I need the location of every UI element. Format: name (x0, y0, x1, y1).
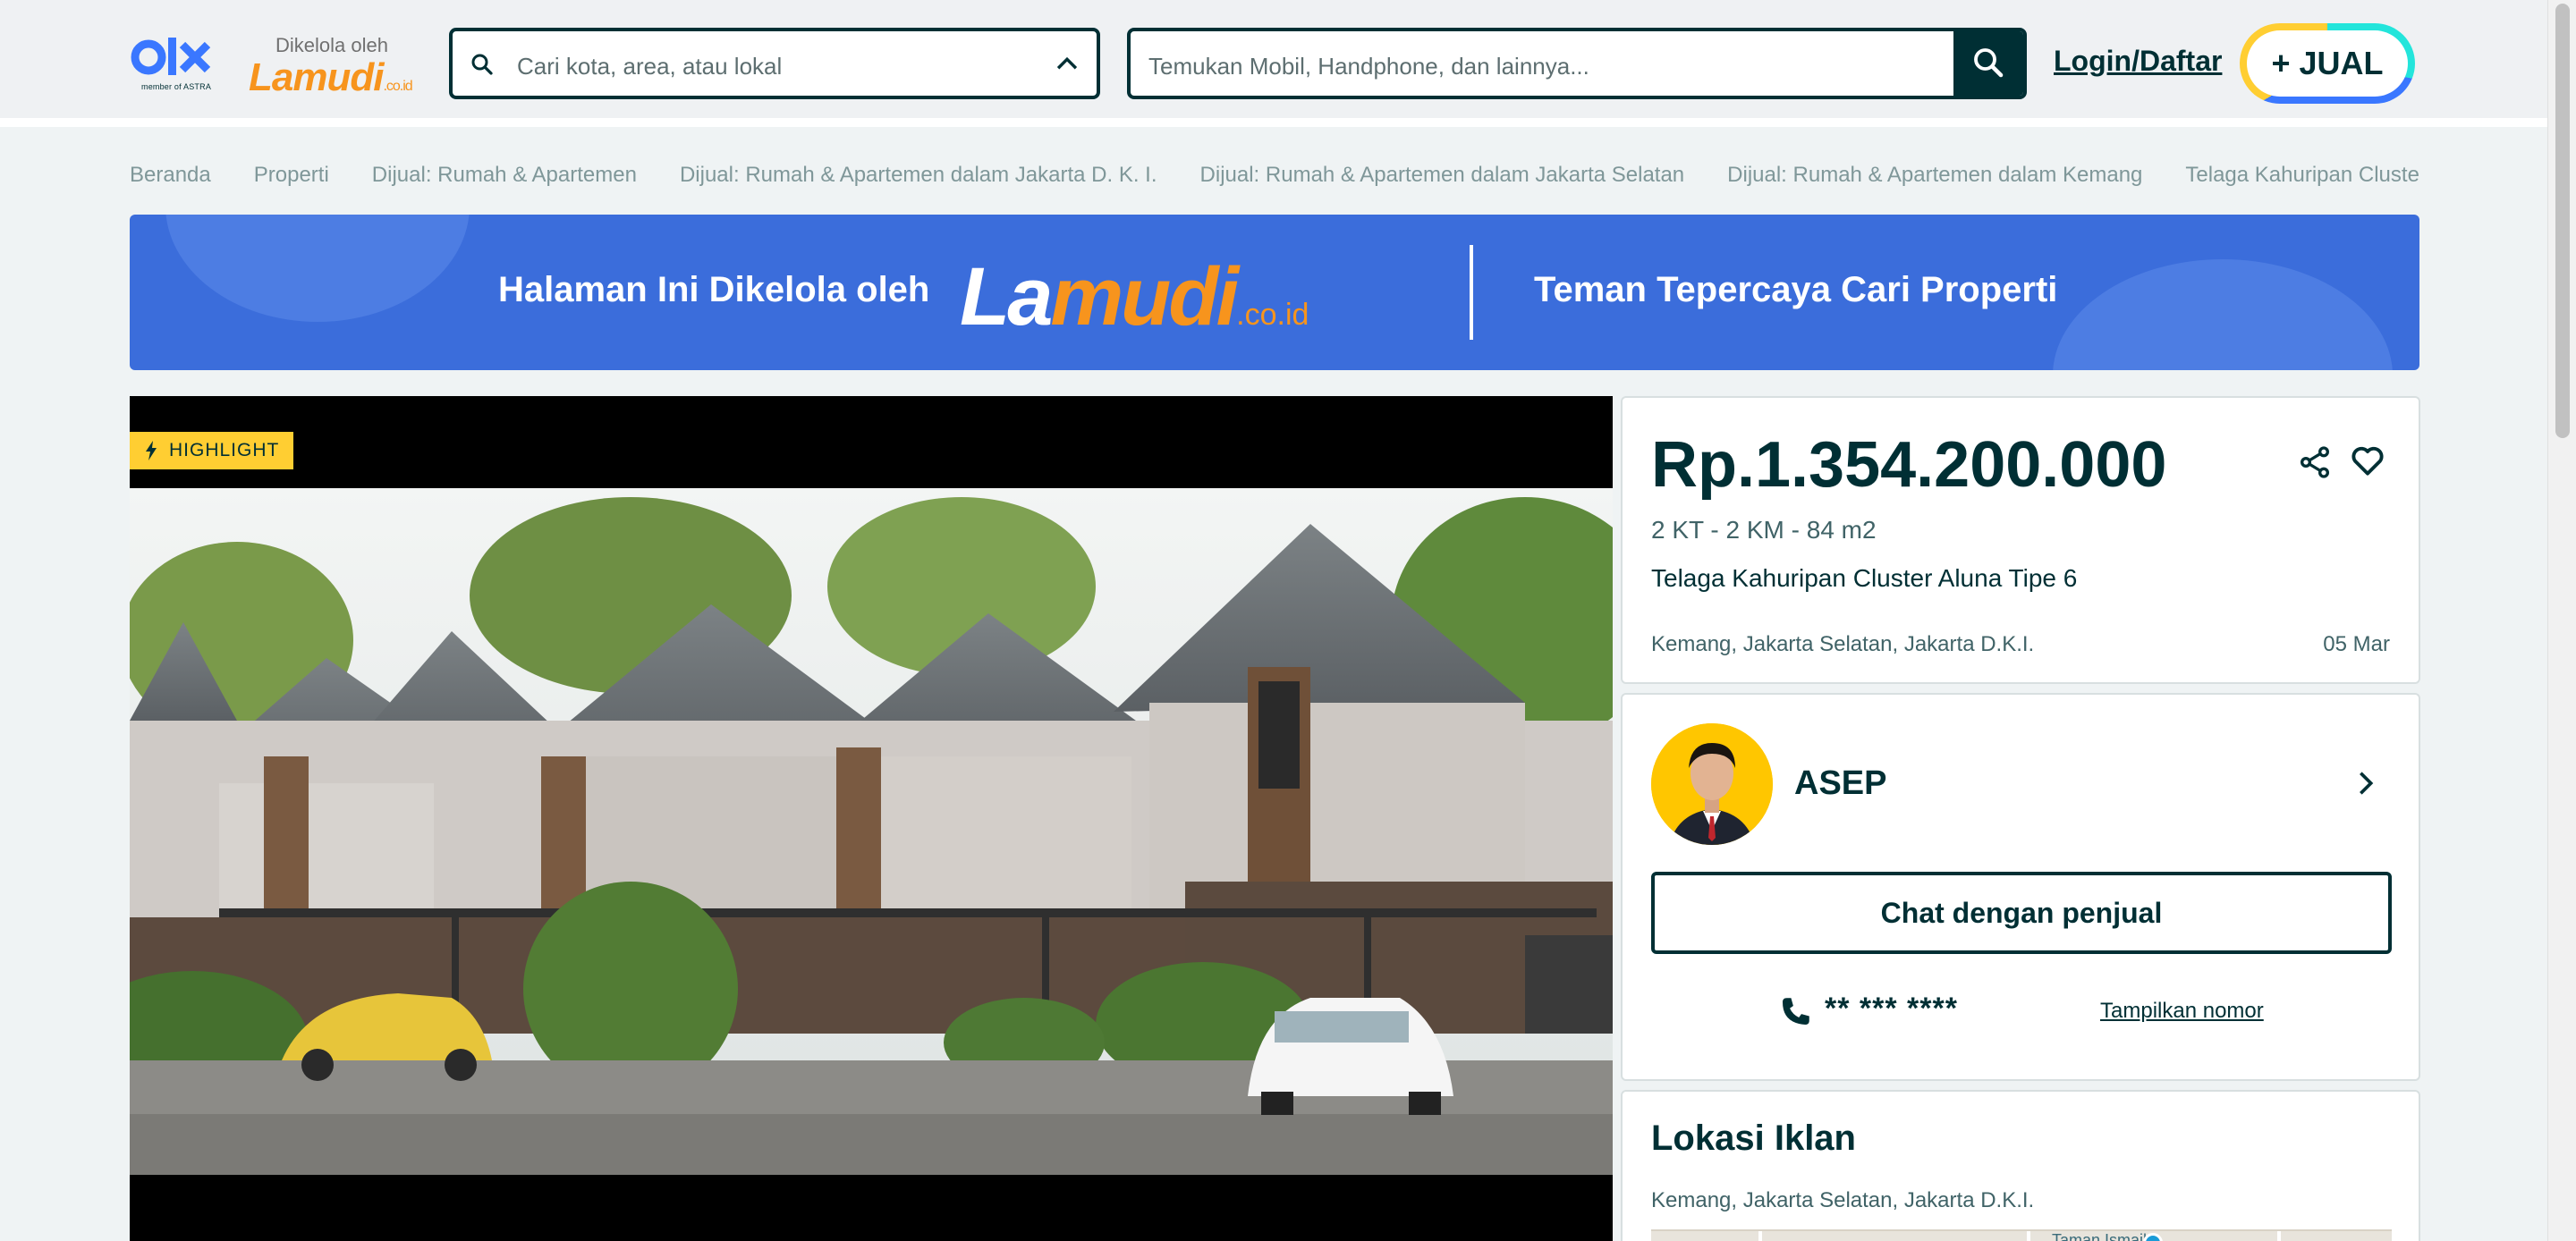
phone-icon (1783, 998, 1809, 1025)
breadcrumb-item[interactable]: Dijual: Rumah & Apartemen dalam Jakarta … (1200, 163, 1685, 188)
breadcrumb-item[interactable]: Dijual: Rumah & Apartemen dalam Kemang (1727, 163, 2142, 188)
banner-logo-suffix: .co.id (1236, 298, 1309, 332)
banner-decoration (165, 215, 470, 322)
listing-specs: 2 KT - 2 KM - 84 m2 (1651, 516, 1877, 544)
ad-location-card: Lokasi Iklan Kemang, Jakarta Selatan, Ja… (1621, 1090, 2420, 1241)
scrollbar-thumb[interactable] (2555, 4, 2570, 438)
listing-summary-card: Rp.1.354.200.000 2 KT - 2 KM - 84 m2 Tel… (1621, 396, 2420, 684)
listing-location: Kemang, Jakarta Selatan, Jakarta D.K.I. (1651, 632, 2035, 656)
search-placeholder: Temukan Mobil, Handphone, dan lainnya... (1148, 53, 1589, 80)
breadcrumb-item[interactable]: Dijual: Rumah & Apartemen (372, 163, 637, 188)
seller-phone-masked: ** *** **** (1825, 992, 1958, 1026)
map-place-label: Taman Ismail (2052, 1231, 2148, 1241)
search-input[interactable]: Temukan Mobil, Handphone, dan lainnya... (1127, 28, 2027, 99)
chevron-up-icon[interactable] (1052, 49, 1082, 80)
listing-price: Rp.1.354.200.000 (1651, 429, 2167, 501)
banner-left-text: Halaman Ini Dikelola oleh (498, 270, 930, 309)
location-placeholder: Cari kota, area, atau lokal (517, 53, 783, 80)
photo-gallery[interactable]: HIGHLIGHT (130, 396, 1613, 1241)
breadcrumb-current: Telaga Kahuripan Cluster... (2185, 163, 2419, 187)
olx-sub-label: member of ASTRA (141, 82, 212, 91)
lamudi-banner[interactable]: Halaman Ini Dikelola oleh Lamudi.co.id T… (130, 215, 2419, 370)
seller-name[interactable]: ASEP (1794, 764, 1886, 803)
banner-decoration (2053, 259, 2393, 370)
seller-avatar[interactable] (1651, 723, 1773, 845)
banner-logo-la: La (960, 251, 1053, 342)
sell-button[interactable]: + JUAL (2240, 23, 2415, 104)
seller-card: ASEP Chat dengan penjual ** *** **** Tam… (1621, 693, 2420, 1081)
lightning-icon (146, 441, 157, 460)
search-button[interactable] (1953, 31, 2023, 96)
banner-logo-mudi: mudi (1050, 251, 1239, 342)
ad-location-title: Lokasi Iklan (1651, 1119, 1856, 1158)
banner-lamudi-logo: Lamudi.co.id (960, 250, 1309, 344)
breadcrumb-item[interactable]: Properti (254, 163, 329, 188)
sell-button-label: + JUAL (2247, 30, 2408, 97)
search-icon (471, 54, 493, 75)
breadcrumb-item[interactable]: Beranda (130, 163, 211, 188)
heart-icon[interactable] (2347, 441, 2388, 480)
highlight-label: HIGHLIGHT (169, 440, 280, 460)
search-icon (1974, 48, 2004, 78)
managed-by-label: Dikelola oleh (275, 34, 388, 56)
lamudi-logo-text: Lamudi (249, 55, 384, 99)
location-map[interactable]: Taman Ismail (1651, 1229, 2392, 1241)
login-link[interactable]: Login/Daftar (2054, 45, 2222, 78)
page-scrollbar[interactable] (2547, 0, 2576, 1241)
breadcrumb-item[interactable]: Dijual: Rumah & Apartemen dalam Jakarta … (680, 163, 1157, 188)
banner-right-text: Teman Tepercaya Cari Properti (1534, 270, 2058, 309)
top-header: member of ASTRA Dikelola oleh Lamudi.co.… (0, 0, 2547, 127)
map-pin-icon (2143, 1233, 2163, 1241)
share-icon[interactable] (2297, 443, 2333, 482)
chat-seller-button[interactable]: Chat dengan penjual (1651, 872, 2392, 954)
breadcrumb: Beranda Properti Dijual: Rumah & Apartem… (130, 159, 2419, 191)
ad-location-text: Kemang, Jakarta Selatan, Jakarta D.K.I. (1651, 1188, 2035, 1212)
banner-divider (1470, 245, 1473, 340)
show-number-link[interactable]: Tampilkan nomor (2100, 999, 2264, 1024)
location-select[interactable]: Cari kota, area, atau lokal (449, 28, 1100, 99)
listing-title: Telaga Kahuripan Cluster Aluna Tipe 6 (1651, 564, 2078, 592)
lamudi-logo-suffix: .co.id (383, 79, 412, 94)
lamudi-logo[interactable]: Lamudi.co.id (249, 55, 413, 100)
highlight-badge: HIGHLIGHT (130, 432, 294, 469)
property-photo[interactable] (130, 488, 1613, 1175)
chevron-right-icon[interactable] (2351, 768, 2381, 798)
listing-date: 05 Mar (2323, 632, 2390, 656)
